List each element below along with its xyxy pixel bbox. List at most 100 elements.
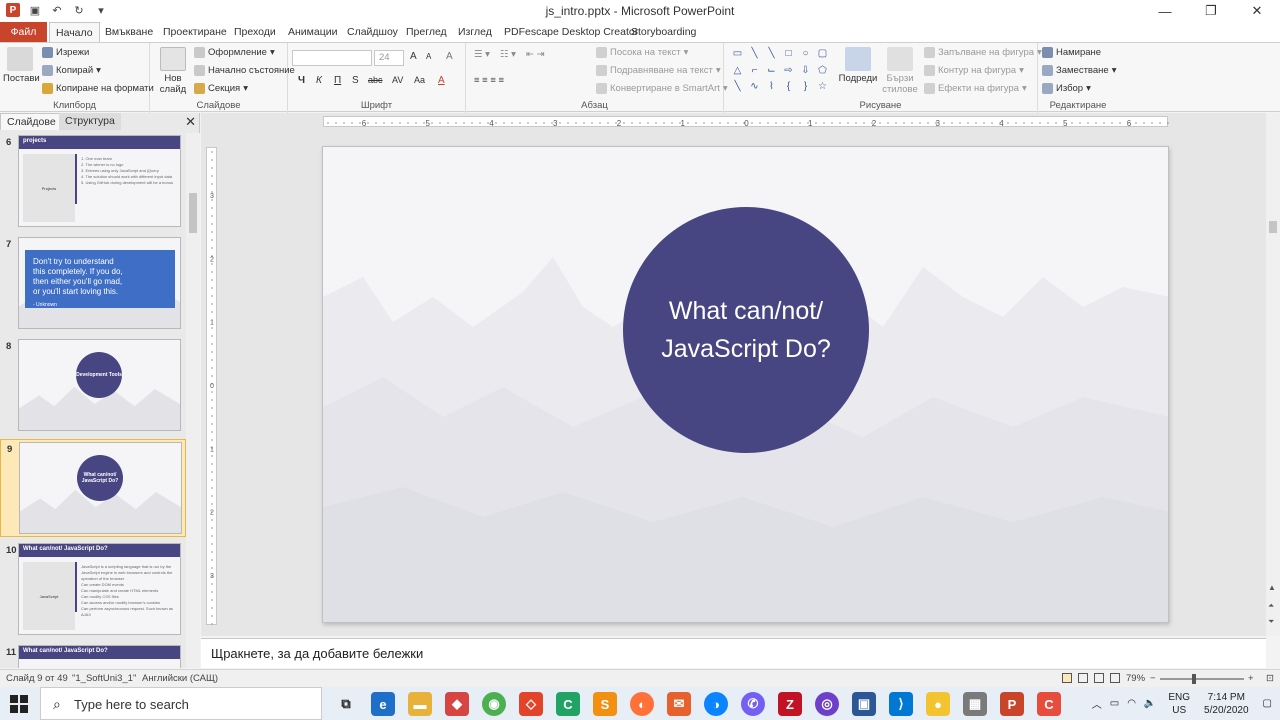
notes-pane[interactable]: Щракнете, за да добавите бележки — [201, 638, 1266, 668]
volume-icon[interactable]: 🔈 — [1144, 698, 1156, 709]
brace-shape-icon[interactable]: { — [781, 80, 796, 95]
reading-view-icon[interactable] — [1094, 673, 1104, 683]
arrow-right-shape-icon[interactable]: ⇨ — [781, 64, 796, 79]
shape-effects-button[interactable]: Ефекти на фигура ▾ — [924, 83, 1027, 94]
taskbar-search[interactable]: ⌕ Type here to search — [40, 687, 322, 720]
language-indicator[interactable]: Английски (САЩ) — [142, 673, 218, 684]
textbox-shape-icon[interactable]: ▭ — [730, 47, 745, 62]
cut-button[interactable]: Изрежи — [42, 47, 89, 58]
clock[interactable]: 7:14 PM 5/20/2020 — [1204, 691, 1249, 717]
network-icon[interactable]: ▭ — [1110, 698, 1119, 709]
scroll-up-icon[interactable]: ▲ — [1268, 583, 1276, 592]
pentagon-shape-icon[interactable]: ⬠ — [815, 64, 830, 79]
wifi-icon[interactable]: ◠ — [1127, 698, 1136, 709]
smartart-button[interactable]: Конвертиране в SmartArt ▾ — [596, 83, 728, 94]
copy-button[interactable]: Копирай ▾ — [42, 65, 101, 76]
zoom-level[interactable]: 79% — [1126, 673, 1145, 684]
italic-button[interactable]: К — [316, 75, 322, 86]
notes-placeholder[interactable]: Щракнете, за да добавите бележки — [211, 646, 423, 661]
new-slide-button[interactable]: Нов слайд — [156, 47, 190, 95]
shadow-button[interactable]: S — [352, 75, 359, 86]
tab-design[interactable]: Проектиране — [157, 22, 233, 42]
edge-icon[interactable]: e — [371, 692, 395, 716]
file-explorer-icon[interactable]: ▬ — [408, 692, 432, 716]
zoom-slider[interactable] — [1160, 678, 1244, 680]
slide-thumbnail-8[interactable]: 8 Development Tools — [0, 337, 186, 435]
indent-button[interactable]: ⇤ ⇥ — [526, 49, 545, 60]
shape-outline-button[interactable]: Контур на фигура ▾ — [924, 65, 1024, 76]
chevron-up-icon[interactable]: ︿ — [1092, 696, 1102, 711]
prev-slide-icon[interactable]: ⏶ — [1268, 601, 1274, 611]
firefox-dev-icon[interactable]: ◑ — [704, 692, 728, 716]
tab-file[interactable]: Файл — [0, 22, 47, 42]
normal-view-icon[interactable] — [1062, 673, 1072, 683]
tab-slides[interactable]: Слайдове — [0, 113, 63, 130]
clear-format-button[interactable]: A — [446, 51, 453, 62]
paste-button[interactable]: Постави — [3, 47, 40, 84]
font-color-button[interactable]: A — [438, 75, 445, 86]
tab-insert[interactable]: Вмъкване — [99, 22, 159, 42]
font-size-input[interactable]: 24 — [374, 50, 404, 66]
zoom-in-button[interactable]: + — [1248, 673, 1254, 684]
app-icon[interactable]: ▣ — [852, 692, 876, 716]
slide-thumbnail-7[interactable]: 7 Don't try to understand this completel… — [0, 235, 186, 333]
rectangle-shape-icon[interactable]: □ — [781, 47, 796, 62]
powerpoint-icon[interactable]: P — [1000, 692, 1024, 716]
git-icon[interactable]: ◇ — [519, 692, 543, 716]
title-circle[interactable]: What can/not/ JavaScript Do? — [623, 207, 869, 453]
section-button[interactable]: Секция ▾ — [194, 83, 248, 94]
editor-scrollbar[interactable]: ▲ ⏶ ⏷ — [1266, 113, 1280, 636]
tab-transitions[interactable]: Преходи — [228, 22, 282, 42]
scroll-thumb[interactable] — [189, 193, 197, 233]
slide-thumbnail-9[interactable]: 9 What can/not/ JavaScript Do? — [0, 439, 186, 537]
arrow-down-shape-icon[interactable]: ⇩ — [798, 64, 813, 79]
underline-button[interactable]: П — [334, 75, 341, 86]
bullets-button[interactable]: ☰ ▾ — [474, 49, 490, 60]
oval-shape-icon[interactable]: ○ — [798, 47, 813, 62]
bold-button[interactable]: Ч — [298, 75, 305, 86]
vscode-icon[interactable]: ⟩ — [889, 692, 913, 716]
star-shape-icon[interactable]: ☆ — [815, 80, 830, 95]
zoom-slider-handle[interactable] — [1192, 674, 1196, 684]
fit-slide-icon[interactable]: ⊡ — [1266, 673, 1274, 684]
camtasia-icon[interactable]: C — [556, 692, 580, 716]
select-button[interactable]: Избор ▾ — [1042, 83, 1091, 94]
tab-pdfescape[interactable]: PDFescape Desktop Creator — [498, 22, 644, 42]
notifications-icon[interactable]: ▢ — [1263, 698, 1272, 709]
tab-outline[interactable]: Структура — [59, 113, 121, 130]
maximize-button[interactable]: ❐ — [1188, 0, 1234, 22]
grow-font-button[interactable]: A — [410, 51, 417, 62]
camtasia-recorder-icon[interactable]: C — [1037, 692, 1061, 716]
github-icon[interactable]: ◎ — [815, 692, 839, 716]
slide-sorter-icon[interactable] — [1078, 673, 1088, 683]
change-case-button[interactable]: Aa — [414, 75, 425, 85]
replace-button[interactable]: Заместване ▾ — [1042, 65, 1116, 76]
brace-shape-icon[interactable]: } — [798, 80, 813, 95]
numbering-button[interactable]: ☷ ▾ — [500, 49, 516, 60]
app-icon[interactable]: ▦ — [963, 692, 987, 716]
shrink-font-button[interactable]: A — [426, 52, 431, 61]
app-icon[interactable]: ● — [926, 692, 950, 716]
minimize-button[interactable]: — — [1142, 0, 1188, 22]
sublime-icon[interactable]: S — [593, 692, 617, 716]
elbow-shape-icon[interactable]: ⌐ — [747, 64, 762, 79]
curve-shape-icon[interactable]: ⌇ — [764, 80, 779, 95]
slide-thumbnail-6[interactable]: 6 projects Projects 1. One man team 2. T… — [0, 133, 186, 231]
align-text-button[interactable]: Подравняване на текст ▾ — [596, 65, 721, 76]
tab-review[interactable]: Преглед — [400, 22, 453, 42]
scroll-thumb[interactable] — [1269, 221, 1277, 233]
shapes-gallery[interactable]: ▭ ╲ ╲ □ ○ ▢ △ ⌐ ⌙ ⇨ ⇩ ⬠ ╲ ∿ ⌇{} ☆ — [730, 47, 830, 95]
postman-icon[interactable]: ✉ — [667, 692, 691, 716]
slideshow-icon[interactable] — [1110, 673, 1120, 683]
slide-thumbnail-10[interactable]: 10 What can/not/ JavaScript Do? JavaScri… — [0, 541, 186, 639]
reset-button[interactable]: Начално състояние — [194, 65, 295, 76]
elbow-shape-icon[interactable]: ⌙ — [764, 64, 779, 79]
chrome-icon[interactable]: ◉ — [482, 692, 506, 716]
firefox-icon[interactable]: ◐ — [630, 692, 654, 716]
tab-animations[interactable]: Анимации — [282, 22, 343, 42]
slide-title-text[interactable]: What can/not/ JavaScript Do? — [646, 292, 846, 368]
viber-icon[interactable]: ✆ — [741, 692, 765, 716]
font-name-input[interactable] — [292, 50, 372, 66]
rounded-rect-shape-icon[interactable]: ▢ — [815, 47, 830, 62]
arrange-button[interactable]: Подреди — [838, 47, 878, 84]
